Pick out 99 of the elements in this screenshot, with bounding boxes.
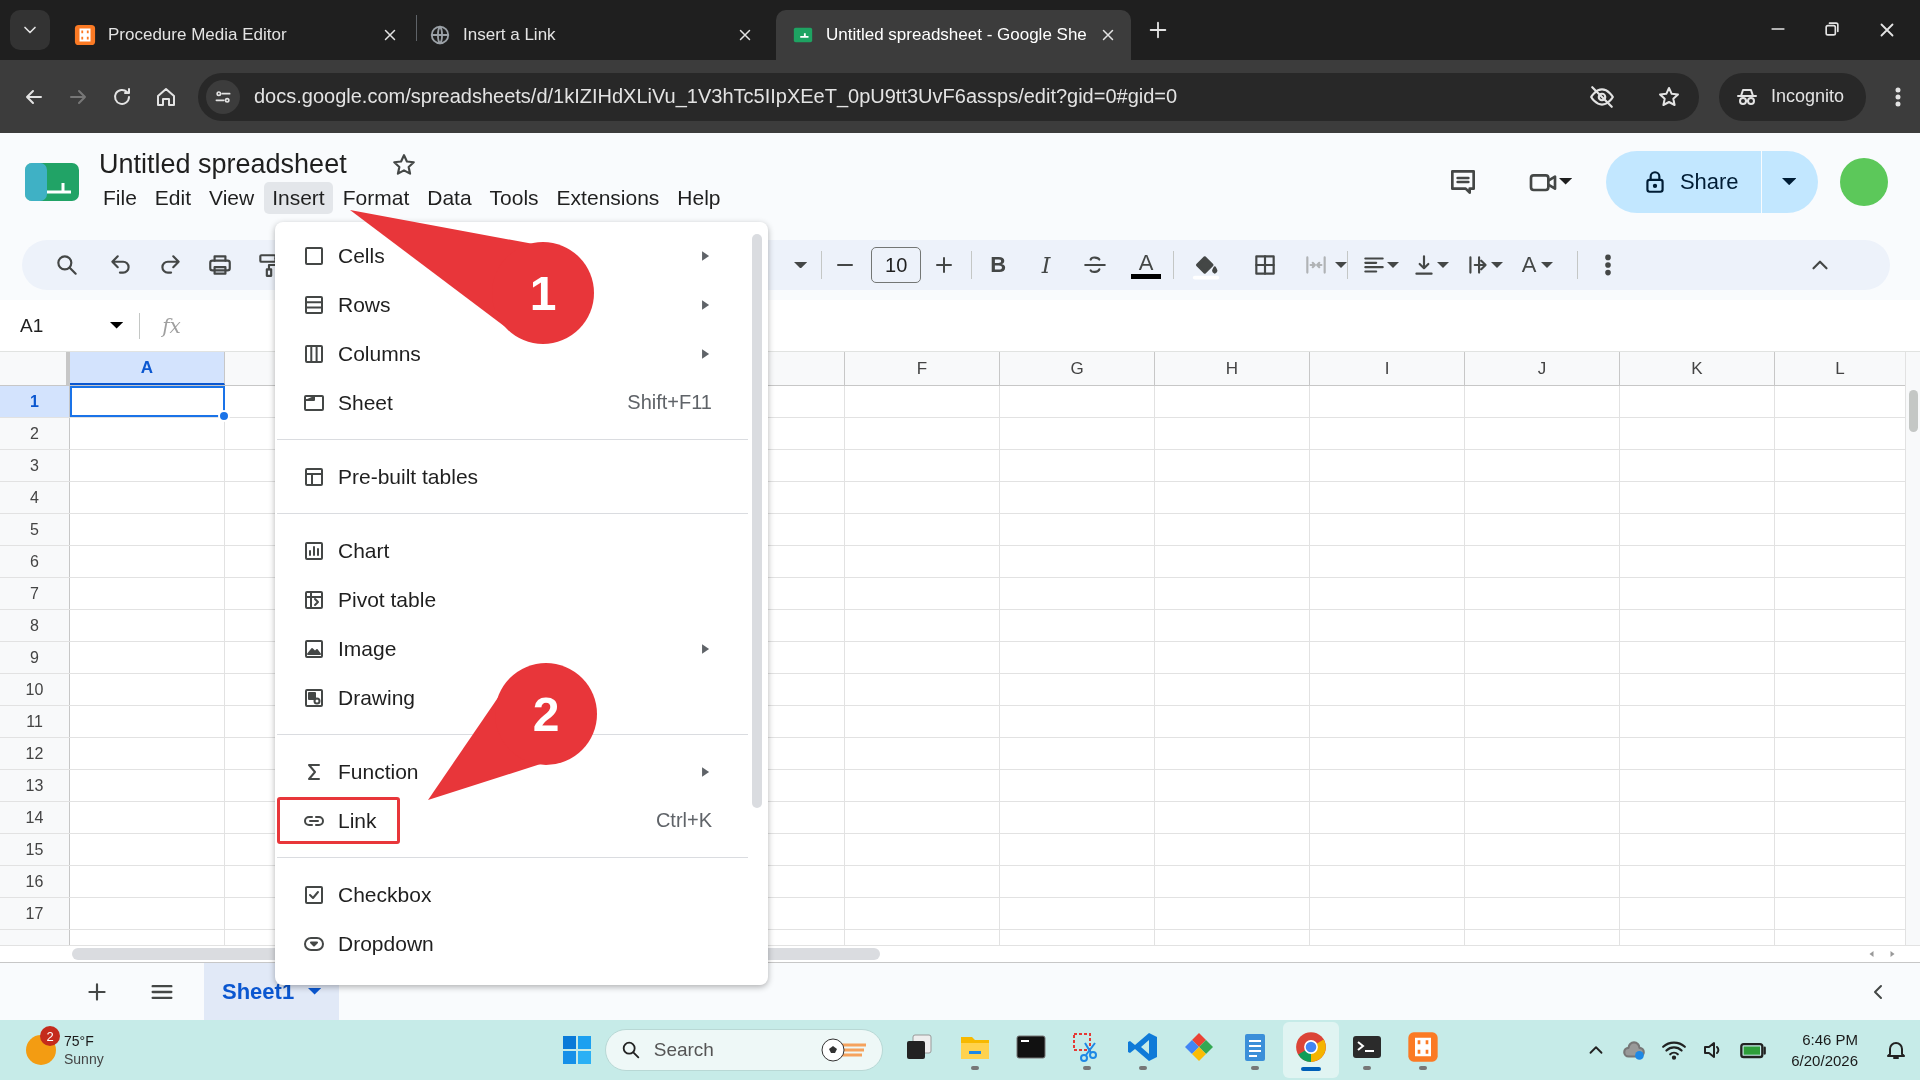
- sheets-logo[interactable]: [25, 162, 79, 201]
- football-icon: [819, 1037, 868, 1063]
- column-header[interactable]: A: [70, 352, 225, 385]
- row-header[interactable]: 11: [0, 706, 70, 737]
- row-header[interactable]: 15: [0, 834, 70, 865]
- menu-item[interactable]: Sheet: [277, 379, 416, 426]
- app-logo-icon: [74, 24, 96, 46]
- text-rotation-button[interactable]: A: [1517, 252, 1542, 278]
- caret-icon: [308, 988, 322, 995]
- print-icon[interactable]: [207, 252, 233, 278]
- clock-time[interactable]: 6:46 PM: [1802, 1029, 1858, 1050]
- menu-item[interactable]: Pre-built tables: [277, 453, 502, 500]
- row-header[interactable]: 12: [0, 738, 70, 769]
- search-field[interactable]: Search: [604, 1029, 883, 1071]
- menu-item[interactable]: Chart: [277, 527, 413, 574]
- caret-icon[interactable]: [110, 322, 124, 329]
- address-bar[interactable]: docs.google.com/spreadsheets/d/1kIZIHdXLiVu_1V3hTc5IIpXEeT_0pU9tt3UvF6assps/edit?gid=0#gid=0: [198, 72, 1699, 121]
- menu-item[interactable]: File: [95, 182, 145, 214]
- star-icon[interactable]: [1656, 84, 1681, 109]
- url-text: docs.google.com/spreadsheets/d/1kIZIHdXLiVu_1V3hTc5IIpXEeT_0pU9tt3UvF6assps/edit?gid=0#gid=0: [254, 85, 1179, 108]
- chrome-icon[interactable]: [1293, 1029, 1328, 1064]
- scrollbar-thumb[interactable]: [1909, 390, 1918, 432]
- row-header[interactable]: 10: [0, 674, 70, 705]
- tab-title: Insert a Link: [463, 25, 557, 45]
- fx-label: fx: [162, 313, 181, 338]
- row-header[interactable]: 17: [0, 898, 70, 929]
- menu-item[interactable]: Columns: [277, 330, 444, 377]
- browser-tab[interactable]: Procedure Media Editor: [58, 10, 413, 60]
- row-header[interactable]: 8: [0, 610, 70, 641]
- menu-item[interactable]: Insert: [264, 182, 333, 214]
- caret-icon[interactable]: [1437, 262, 1450, 268]
- selected-cell[interactable]: [70, 386, 225, 417]
- row-header[interactable]: 14: [0, 802, 70, 833]
- caret-icon[interactable]: [1491, 262, 1504, 268]
- code-editor-icon[interactable]: [1126, 1030, 1159, 1063]
- share-button[interactable]: Share: [1605, 150, 1761, 213]
- column-header[interactable]: I: [1310, 352, 1465, 385]
- row-header[interactable]: 2: [0, 418, 70, 449]
- scrollbar-thumb[interactable]: [752, 234, 762, 808]
- name-box[interactable]: A1: [20, 314, 110, 337]
- column-header[interactable]: H: [1155, 352, 1310, 385]
- eye-slash-icon[interactable]: [1588, 83, 1615, 110]
- document-title[interactable]: Untitled spreadsheet: [95, 149, 351, 180]
- row-header[interactable]: 16: [0, 866, 70, 897]
- italic-button[interactable]: I: [1034, 252, 1059, 278]
- row-header[interactable]: 7: [0, 578, 70, 609]
- temperature: 75°F: [64, 1032, 95, 1050]
- row-header[interactable]: 5: [0, 514, 70, 545]
- menu-item[interactable]: Data: [419, 182, 480, 214]
- menu-item[interactable]: View: [201, 182, 263, 214]
- menu-item[interactable]: Format: [334, 182, 418, 214]
- caret-icon[interactable]: [1541, 262, 1554, 268]
- row-header[interactable]: 4: [0, 482, 70, 513]
- menu-item[interactable]: Checkbox: [277, 871, 455, 918]
- column-header[interactable]: L: [1775, 352, 1905, 385]
- row-header[interactable]: 3: [0, 450, 70, 481]
- tab-title: Untitled spreadsheet - Google She: [826, 25, 1087, 45]
- menu-item[interactable]: Pivot table: [277, 576, 460, 623]
- weather-condition: Sunny: [64, 1050, 104, 1068]
- start-icon[interactable]: [562, 1036, 591, 1064]
- caret-icon[interactable]: [1387, 262, 1400, 268]
- shortcut-label: Ctrl+K: [655, 809, 712, 832]
- clock-date[interactable]: 6/20/2026: [1791, 1050, 1858, 1071]
- menu-item[interactable]: Cells: [277, 232, 408, 279]
- menu-item[interactable]: Extensions: [548, 182, 668, 214]
- bold-button[interactable]: B: [986, 252, 1011, 278]
- menu-item[interactable]: Help: [669, 182, 729, 214]
- menu-item[interactable]: Edit: [146, 182, 200, 214]
- row-header[interactable]: 9: [0, 642, 70, 673]
- caret-icon[interactable]: [1558, 178, 1572, 185]
- caret-icon[interactable]: [794, 261, 808, 269]
- app-logo-icon[interactable]: [1406, 1030, 1439, 1063]
- tab-title: Procedure Media Editor: [108, 25, 288, 45]
- menu-item[interactable]: Image: [277, 625, 420, 672]
- globe-icon: [429, 24, 451, 46]
- row-header[interactable]: 1: [0, 386, 70, 417]
- fill-handle[interactable]: [218, 410, 230, 422]
- column-header[interactable]: F: [845, 352, 1000, 385]
- row-header[interactable]: 13: [0, 770, 70, 801]
- star-icon[interactable]: [390, 151, 417, 178]
- column-header[interactable]: J: [1465, 352, 1620, 385]
- column-header[interactable]: K: [1620, 352, 1775, 385]
- row-header[interactable]: 6: [0, 546, 70, 577]
- menu-item[interactable]: Tools: [481, 182, 547, 214]
- search-icon[interactable]: [54, 252, 80, 278]
- caret-icon: [1335, 262, 1348, 268]
- notification-badge: 2: [40, 1026, 60, 1046]
- menu-item[interactable]: Link: [277, 797, 400, 844]
- restore-icon[interactable]: [1822, 19, 1842, 39]
- browser-tab[interactable]: Insert a Link: [413, 10, 768, 60]
- font-size-field[interactable]: 10: [871, 247, 922, 283]
- incognito-button[interactable]: Incognito: [1718, 72, 1866, 121]
- text-color-button[interactable]: A: [1131, 251, 1162, 279]
- new-tab-icon[interactable]: [1147, 19, 1169, 41]
- browser-tab[interactable]: Untitled spreadsheet - Google She: [776, 10, 1131, 60]
- column-header[interactable]: G: [1000, 352, 1155, 385]
- caret-icon: [1781, 177, 1796, 186]
- menu-item[interactable]: Rows: [277, 281, 414, 328]
- shortcut-label: Shift+F11: [627, 391, 712, 414]
